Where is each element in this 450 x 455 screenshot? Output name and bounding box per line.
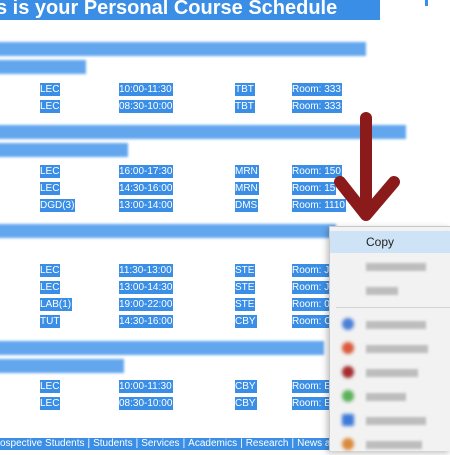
- row-room: Room: 0: [292, 298, 331, 311]
- row-room: Room: C: [292, 315, 333, 328]
- row-type: LEC: [40, 100, 61, 113]
- course-subheader-2: [0, 143, 128, 157]
- row-time: 14:30-16:00: [119, 182, 174, 195]
- extension-icon: [342, 438, 354, 450]
- footer-link-students[interactable]: Students: [93, 438, 132, 449]
- row-type: TUT: [40, 315, 61, 328]
- course-header-3[interactable]: [0, 224, 336, 238]
- context-menu-item-blurred[interactable]: [330, 433, 450, 455]
- row-room: Room: E: [292, 397, 332, 410]
- row-time: 10:00-11:30: [119, 83, 173, 96]
- context-menu-item-blurred[interactable]: [330, 361, 450, 383]
- row-type: LEC: [40, 397, 61, 410]
- extension-icon: [342, 390, 354, 402]
- context-menu: Copy: [329, 226, 450, 451]
- row-time: 19:00-22:00: [119, 298, 174, 311]
- extension-icon: [342, 366, 354, 378]
- row-room: Room: E: [292, 380, 332, 393]
- context-menu-item-blurred[interactable]: [330, 255, 450, 277]
- footer-link-prospective[interactable]: ospective Students: [0, 438, 85, 449]
- row-building[interactable]: STE: [235, 264, 256, 277]
- row-time: 08:30-10:00: [119, 100, 174, 113]
- context-menu-item-blurred[interactable]: [330, 337, 450, 359]
- selection-edge: [425, 0, 428, 6]
- row-time: 08:30-10:00: [119, 397, 174, 410]
- row-type: LEC: [40, 182, 61, 195]
- row-building[interactable]: TBT: [235, 100, 255, 113]
- row-building[interactable]: MRN: [235, 165, 259, 178]
- context-menu-item-blurred[interactable]: [330, 409, 450, 431]
- row-type: LEC: [40, 281, 61, 294]
- row-building[interactable]: CBY: [235, 397, 257, 410]
- row-building[interactable]: MRN: [235, 182, 259, 195]
- footer-link-research[interactable]: Research: [246, 438, 289, 449]
- row-building[interactable]: STE: [235, 281, 256, 294]
- row-type: LEC: [40, 380, 61, 393]
- row-time: 14:30-16:00: [119, 315, 174, 328]
- extension-icon: [342, 414, 354, 426]
- context-menu-separator: [336, 307, 450, 308]
- row-time: 11:30-13:00: [119, 264, 173, 277]
- row-time: 16:00-17:30: [119, 165, 174, 178]
- course-header-4[interactable]: [0, 341, 324, 355]
- row-time: 13:00-14:30: [119, 281, 174, 294]
- context-menu-item-blurred[interactable]: [330, 385, 450, 407]
- row-type: LEC: [40, 83, 61, 96]
- row-type: LAB(1): [40, 298, 73, 311]
- row-building[interactable]: TBT: [235, 83, 255, 96]
- row-building[interactable]: STE: [235, 298, 256, 311]
- footer-link-academics[interactable]: Academics: [188, 438, 237, 449]
- course-subheader-1: [0, 60, 86, 74]
- row-time: 10:00-11:30: [119, 380, 173, 393]
- row-room: Room: J: [292, 281, 331, 294]
- row-time: 13:00-14:00: [119, 199, 174, 212]
- extension-icon: [342, 342, 354, 354]
- course-subheader-4: [0, 359, 124, 373]
- context-menu-item-blurred[interactable]: [330, 279, 450, 301]
- row-room: Room: 333: [292, 83, 342, 96]
- row-building[interactable]: CBY: [235, 380, 257, 393]
- footer-link-services[interactable]: Services: [141, 438, 179, 449]
- row-type: DGD(3): [40, 199, 76, 212]
- page-title: s is your Personal Course Schedule: [0, 0, 380, 20]
- row-type: LEC: [40, 264, 61, 277]
- context-menu-copy[interactable]: Copy: [330, 231, 450, 253]
- extension-icon: [342, 318, 354, 330]
- footer-nav: ospective Students | Students | Services | Aca…: [0, 438, 337, 450]
- context-menu-item-blurred[interactable]: [330, 313, 450, 335]
- course-header-1[interactable]: [0, 42, 366, 56]
- row-room: Room: J: [292, 264, 331, 277]
- row-building[interactable]: DMS: [235, 199, 259, 212]
- row-building[interactable]: CBY: [235, 315, 257, 328]
- row-type: LEC: [40, 165, 61, 178]
- annotation-arrow-icon: [334, 112, 400, 221]
